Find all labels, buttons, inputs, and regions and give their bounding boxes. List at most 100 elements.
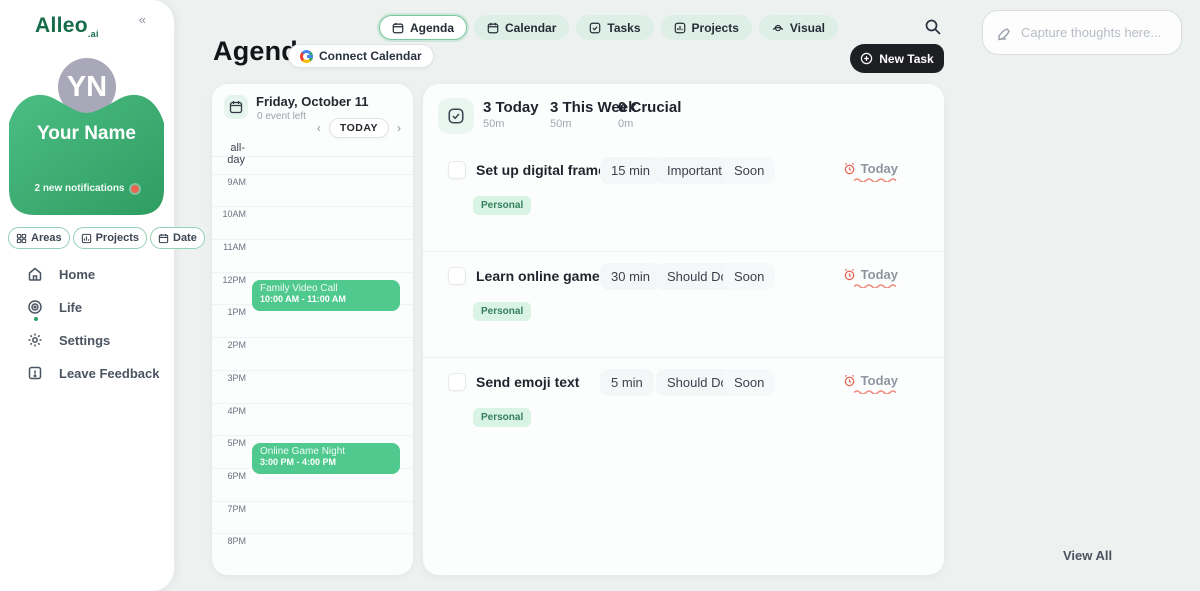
- filter-label: Date: [173, 232, 197, 244]
- summary-duration: 50m: [483, 118, 539, 130]
- hour-row: 7PM: [212, 501, 413, 534]
- notifications[interactable]: 2 new notifications: [9, 183, 164, 194]
- summary-duration: 0m: [618, 118, 681, 130]
- logo-suffix: .ai: [88, 29, 99, 39]
- sidebar: Alleo.ai « YN Your Name 2 new notificati…: [0, 0, 174, 591]
- calendar-nav: ‹ TODAY ›: [317, 118, 401, 138]
- home-icon: [27, 266, 43, 282]
- sidebar-item-life[interactable]: Life: [27, 297, 159, 317]
- hour-label: 5PM: [212, 438, 246, 448]
- task-tag[interactable]: Personal: [473, 408, 531, 427]
- task-urgency-pill[interactable]: Soon: [723, 369, 775, 396]
- due-squiggle: [854, 284, 898, 288]
- view-all-link[interactable]: View All: [1063, 548, 1112, 563]
- due-label: Today: [861, 373, 898, 388]
- due-squiggle: [854, 390, 898, 394]
- task-duration-pill[interactable]: 5 min: [600, 369, 654, 396]
- tasks-icon: [589, 22, 601, 34]
- sidebar-item-home[interactable]: Home: [27, 264, 159, 284]
- tasks-panel: 3 Today 50m 3 This Week 50m 0 Crucial 0m…: [423, 84, 944, 575]
- today-button[interactable]: TODAY: [329, 118, 389, 138]
- due-label: Today: [861, 267, 898, 282]
- filter-projects[interactable]: Projects: [73, 227, 147, 249]
- calendar-header-icon: [224, 95, 248, 119]
- prev-day-icon[interactable]: ‹: [317, 122, 321, 134]
- capture-thoughts-input[interactable]: Capture thoughts here...: [982, 10, 1182, 55]
- new-task-label: New Task: [879, 52, 933, 66]
- task-priority-pill[interactable]: Important: [656, 157, 733, 184]
- scribble-icon: [997, 25, 1013, 41]
- due-squiggle: [854, 178, 898, 182]
- task-duration-pill[interactable]: 15 min: [600, 157, 661, 184]
- task-tag[interactable]: Personal: [473, 196, 531, 215]
- tab-label: Projects: [692, 21, 739, 35]
- connect-calendar-button[interactable]: Connect Calendar: [288, 44, 434, 68]
- event-title: Online Game Night: [260, 446, 392, 457]
- task-checkbox[interactable]: [448, 267, 466, 285]
- filter-areas[interactable]: Areas: [8, 227, 70, 249]
- task-due-date[interactable]: Today: [843, 267, 898, 282]
- connect-calendar-label: Connect Calendar: [319, 49, 422, 63]
- hour-row: 10AM: [212, 206, 413, 239]
- calendar-event[interactable]: Online Game Night 3:00 PM - 4:00 PM: [252, 443, 400, 474]
- task-checkbox[interactable]: [448, 373, 466, 391]
- summary-today[interactable]: 3 Today 50m: [483, 99, 539, 130]
- projects-icon: [674, 22, 686, 34]
- hour-label: 7PM: [212, 504, 246, 514]
- task-checkbox[interactable]: [448, 161, 466, 179]
- tasks-header-icon: [438, 98, 474, 134]
- event-time: 10:00 AM - 11:00 AM: [260, 294, 392, 304]
- calendar-icon: [487, 22, 499, 34]
- tab-tasks[interactable]: Tasks: [576, 15, 653, 40]
- calendar-panel: Friday, October 11 0 event left ‹ TODAY …: [212, 84, 413, 575]
- tab-projects[interactable]: Projects: [661, 15, 752, 40]
- hour-row: 3PM: [212, 370, 413, 403]
- day-timeline[interactable]: 8AM 9AM 10AM 11AM 12PM 1PM 2PM 3PM 4PM 5…: [212, 141, 413, 575]
- summary-crucial[interactable]: 0 Crucial 0m: [618, 99, 681, 130]
- plus-circle-icon: [860, 52, 873, 65]
- sidebar-item-leave-feedback[interactable]: Leave Feedback: [27, 363, 159, 383]
- hour-label: 3PM: [212, 373, 246, 383]
- sidebar-collapse-icon[interactable]: «: [139, 12, 146, 27]
- tab-calendar[interactable]: Calendar: [474, 15, 569, 40]
- task-urgency-pill[interactable]: Soon: [723, 157, 775, 184]
- projects-icon: [81, 233, 92, 244]
- task-urgency-pill[interactable]: Soon: [723, 263, 775, 290]
- tab-visual[interactable]: Visual: [759, 15, 838, 40]
- new-task-button[interactable]: New Task: [850, 44, 944, 73]
- hour-label: 2PM: [212, 340, 246, 350]
- tab-label: Calendar: [505, 21, 556, 35]
- task-title[interactable]: Set up digital frame: [476, 162, 606, 178]
- search-icon[interactable]: [924, 18, 944, 38]
- menu-label: Settings: [59, 333, 110, 348]
- alarm-icon: [843, 268, 856, 281]
- visual-icon: [772, 22, 784, 34]
- hour-label: 10AM: [212, 209, 246, 219]
- task-tag[interactable]: Personal: [473, 302, 531, 321]
- agenda-icon: [392, 22, 404, 34]
- summary-count: 0 Crucial: [618, 99, 681, 116]
- all-day-label: all-day: [216, 142, 245, 166]
- task-title[interactable]: Send emoji text: [476, 374, 579, 390]
- task-row: Learn online game basics 30 min Should D…: [423, 252, 944, 358]
- user-name: Your Name: [9, 123, 164, 145]
- alarm-icon: [843, 374, 856, 387]
- task-due-date[interactable]: Today: [843, 373, 898, 388]
- task-duration-pill[interactable]: 30 min: [600, 263, 661, 290]
- tab-label: Agenda: [410, 21, 454, 35]
- sidebar-item-settings[interactable]: Settings: [27, 330, 159, 350]
- next-day-icon[interactable]: ›: [397, 122, 401, 134]
- hour-label: 8PM: [212, 536, 246, 546]
- menu-label: Life: [59, 300, 82, 315]
- filter-date[interactable]: Date: [150, 227, 205, 249]
- event-title: Family Video Call: [260, 283, 392, 294]
- task-row: Send emoji text 5 min Should Do Soon Tod…: [423, 358, 944, 464]
- hour-label: 1PM: [212, 307, 246, 317]
- notifications-label: 2 new notifications: [34, 183, 124, 194]
- calendar-event[interactable]: Family Video Call 10:00 AM - 11:00 AM: [252, 280, 400, 311]
- life-active-dot: [34, 317, 38, 321]
- tab-agenda[interactable]: Agenda: [379, 15, 467, 40]
- hour-label: 6PM: [212, 471, 246, 481]
- notification-dot: [131, 185, 139, 193]
- task-due-date[interactable]: Today: [843, 161, 898, 176]
